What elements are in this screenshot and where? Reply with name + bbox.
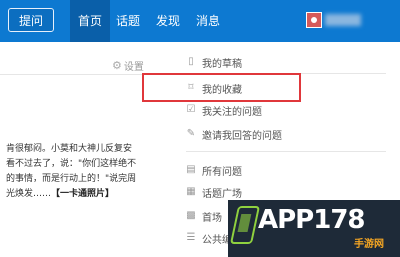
settings-label: 设置 bbox=[123, 62, 144, 73]
lines-icon: ☰ bbox=[186, 232, 196, 243]
menu-item-followed-questions[interactable]: ☑ 我关注的问题 bbox=[186, 102, 262, 118]
menu-item-label: 话题广场 bbox=[202, 188, 242, 200]
gear-icon: ⚙ bbox=[112, 59, 122, 72]
avatar[interactable] bbox=[306, 12, 322, 28]
feed-line: 看不过去了，说："你们这样绝不 bbox=[6, 159, 137, 169]
checkbox-icon: ☑ bbox=[186, 104, 196, 115]
menu-item-invited-questions[interactable]: ✎ 邀请我回答的问题 bbox=[186, 126, 282, 142]
menu-item-stack[interactable]: ▩ 首场 bbox=[186, 208, 222, 224]
divider bbox=[0, 74, 146, 75]
menu-item-label: 我的草稿 bbox=[202, 58, 242, 70]
menu-item-label: 我关注的问题 bbox=[202, 106, 262, 118]
edit-icon: ✎ bbox=[186, 128, 196, 139]
document-icon: ▯ bbox=[188, 56, 194, 67]
favorites-highlight-box bbox=[142, 73, 301, 102]
feed-excerpt: 肯很郁闷。小莫和大神儿反复安 看不过去了，说："你们这样绝不 的事情，而是行动上… bbox=[6, 142, 142, 202]
tab-discover[interactable]: 发现 bbox=[150, 0, 186, 42]
menu-item-drafts[interactable]: ▯ 我的草稿 bbox=[186, 54, 242, 70]
feed-line: 的事情，而是行动上的！"说完周 bbox=[6, 174, 137, 184]
menu-divider bbox=[186, 151, 386, 152]
feed-line: 肯很郁闷。小莫和大神儿反复安 bbox=[6, 144, 133, 154]
grid-icon: ▦ bbox=[186, 186, 196, 197]
feed-line: 光焕发……【一卡通照片】 bbox=[6, 187, 142, 202]
stack-icon: ▩ bbox=[186, 210, 196, 221]
tab-messages[interactable]: 消息 bbox=[190, 0, 226, 42]
menu-item-all-questions[interactable]: ▤ 所有问题 bbox=[186, 162, 242, 178]
tab-home[interactable]: 首页 bbox=[70, 0, 110, 42]
ask-question-button[interactable]: 提问 bbox=[8, 8, 54, 32]
username-blurred[interactable] bbox=[325, 14, 361, 26]
list-icon: ▤ bbox=[186, 164, 196, 175]
feed-link[interactable]: 【一卡通照片】 bbox=[51, 189, 114, 199]
menu-item-label: 首场 bbox=[202, 212, 222, 224]
tab-topics[interactable]: 话题 bbox=[110, 0, 146, 42]
top-navigation-bar: 提问 首页 话题 发现 消息 bbox=[0, 0, 400, 42]
feed-line-text: 光焕发…… bbox=[6, 189, 52, 199]
watermark-subtext: 手游网 bbox=[354, 239, 384, 250]
settings-link[interactable]: ⚙ 设置 bbox=[112, 58, 144, 73]
menu-item-label: 所有问题 bbox=[202, 166, 242, 178]
menu-item-label: 邀请我回答的问题 bbox=[202, 130, 282, 142]
menu-item-topic-square[interactable]: ▦ 话题广场 bbox=[186, 184, 242, 200]
watermark-text: APP178 bbox=[258, 205, 366, 235]
menu-item-public[interactable]: ☰ 公共编 bbox=[186, 230, 232, 246]
